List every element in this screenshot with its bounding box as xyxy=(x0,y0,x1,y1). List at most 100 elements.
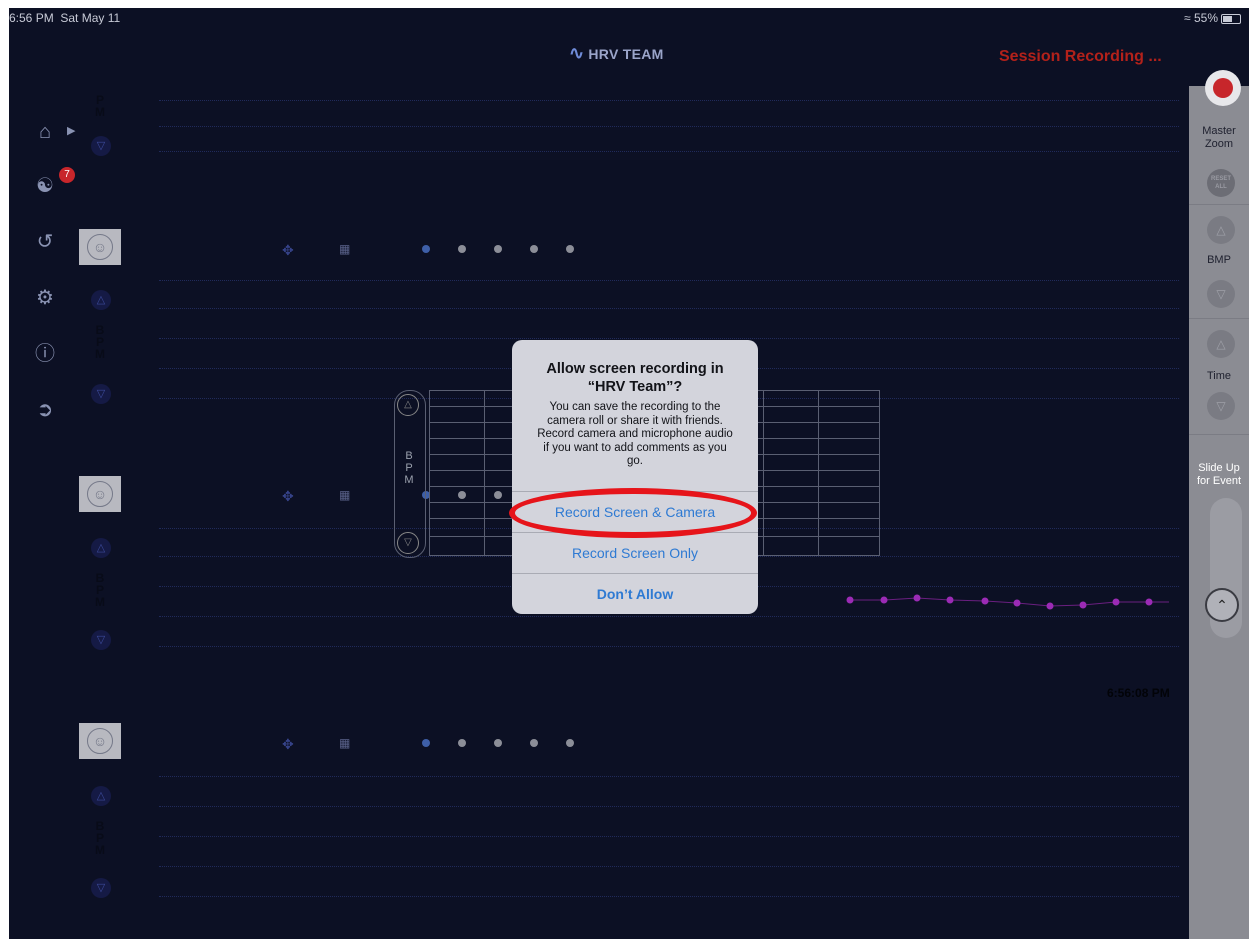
page-dot[interactable] xyxy=(494,739,502,747)
rail-divider xyxy=(1189,434,1249,435)
down-triangle-icon[interactable]: ▽ xyxy=(397,532,419,554)
hr-point xyxy=(946,596,954,604)
bpm-down-button[interactable]: ▽ xyxy=(1207,280,1235,308)
rail-divider xyxy=(1189,204,1249,205)
dont-allow-button[interactable]: Don’t Allow xyxy=(512,574,758,614)
master-zoom-line2: Zoom xyxy=(1204,138,1234,150)
team-icon[interactable]: ☯ xyxy=(33,174,57,198)
up-triangle-icon[interactable]: △ xyxy=(91,538,111,558)
avatar-icon: ☺ xyxy=(87,234,113,260)
bpm-label: B P M xyxy=(89,324,111,360)
dialog-message-line: camera roll or share it with friends. xyxy=(547,414,723,427)
down-triangle-icon[interactable]: ▽ xyxy=(91,136,111,156)
bpm-letter: B xyxy=(405,450,413,462)
avatar[interactable]: ☺ xyxy=(79,723,121,759)
down-triangle-icon[interactable]: ▽ xyxy=(91,630,111,650)
rail-divider xyxy=(1189,318,1249,319)
grid-line xyxy=(159,866,1179,867)
move-icon[interactable]: ✥ xyxy=(282,488,294,505)
slide-up-line2: for Event xyxy=(1196,475,1242,487)
master-zoom-label: Master Zoom xyxy=(1189,125,1249,151)
down-triangle-icon[interactable]: ▽ xyxy=(91,878,111,898)
grid-icon[interactable]: ▦ xyxy=(339,488,350,502)
down-triangle-icon[interactable]: ▽ xyxy=(91,384,111,404)
screen-recording-dialog: Allow screen recording in “HRV Team”? Yo… xyxy=(512,340,758,614)
hr-series-chart xyxy=(846,594,1169,610)
status-battery: ≈ 55% xyxy=(1184,11,1241,25)
home-icon[interactable]: ⌂ xyxy=(33,120,57,144)
dialog-message: You can save the recording to the camera… xyxy=(524,401,746,469)
record-screen-only-button[interactable]: Record Screen Only xyxy=(512,533,758,573)
bpm-letter: M xyxy=(95,843,105,857)
avatar[interactable]: ☺ xyxy=(79,476,121,512)
hr-point xyxy=(1013,599,1021,607)
page-dot[interactable] xyxy=(422,739,430,747)
page-dot[interactable] xyxy=(530,245,538,253)
history-icon[interactable]: ↺ xyxy=(33,230,57,254)
dialog-title-line2: “HRV Team”? xyxy=(587,379,683,395)
time-zoom-label: Time xyxy=(1206,370,1232,382)
bpm-letter: M xyxy=(95,595,105,609)
reset-all-button[interactable]: RESET ALL xyxy=(1207,169,1235,197)
double-chevron-up-icon[interactable]: ⌃ xyxy=(1205,588,1239,622)
up-triangle-icon[interactable]: △ xyxy=(397,394,419,416)
bpm-letter: M xyxy=(95,347,105,361)
grid-line xyxy=(159,896,1179,897)
slide-up-line1: Slide Up xyxy=(1198,462,1240,474)
play-icon[interactable]: ▶ xyxy=(67,124,75,137)
avatar[interactable]: ☺ xyxy=(79,229,121,265)
hr-point xyxy=(1046,602,1054,610)
info-icon[interactable]: ⓘ xyxy=(33,342,57,366)
page-dot[interactable] xyxy=(530,739,538,747)
scale-grid-col xyxy=(763,390,764,556)
bpm-letter: P xyxy=(405,462,413,474)
page-dot[interactable] xyxy=(566,245,574,253)
grid-line xyxy=(159,126,1179,127)
grid-line xyxy=(159,806,1179,807)
up-triangle-icon[interactable]: △ xyxy=(91,786,111,806)
dialog-message-line: Record camera and microphone audio xyxy=(537,428,733,440)
time-down-button[interactable]: ▽ xyxy=(1207,392,1235,420)
hr-series-line xyxy=(850,597,1169,607)
dialog-message-line: go. xyxy=(627,455,643,467)
page-dot[interactable] xyxy=(458,739,466,747)
page-dot[interactable] xyxy=(458,245,466,253)
move-icon[interactable]: ✥ xyxy=(282,736,294,753)
scale-grid-col xyxy=(429,390,430,556)
record-icon[interactable] xyxy=(1205,70,1241,106)
grid-line xyxy=(159,100,1179,101)
app-screen: 6:56 PM Sat May 11 ≈ 55% ∿ HRV TEAM Sessi… xyxy=(9,8,1249,939)
grid-line xyxy=(159,280,1179,281)
highlight-ring xyxy=(509,488,757,538)
logout-icon[interactable]: ➲ xyxy=(33,398,57,422)
scale-grid-col xyxy=(818,390,819,556)
time-up-button[interactable]: △ xyxy=(1207,330,1235,358)
bpm-up-button[interactable]: △ xyxy=(1207,216,1235,244)
page-dot[interactable] xyxy=(422,245,430,253)
status-date: Sat May 11 xyxy=(60,11,121,25)
status-bar: 6:56 PM Sat May 11 ≈ 55% xyxy=(9,8,1249,28)
dialog-message-line: You can save the recording to the xyxy=(549,401,721,413)
dialog-title: Allow screen recording in “HRV Team”? xyxy=(522,360,748,396)
page-dot[interactable] xyxy=(494,245,502,253)
bpm-zoom-label: BMP xyxy=(1207,254,1231,266)
hr-point xyxy=(1145,598,1153,606)
bpm-label-top: P M xyxy=(89,94,111,118)
move-icon[interactable]: ✥ xyxy=(282,242,294,259)
status-time: 6:56 PM Sat May 11 xyxy=(9,11,120,25)
hr-point xyxy=(880,596,888,604)
page-dot[interactable] xyxy=(566,739,574,747)
dialog-title-line1: Allow screen recording in xyxy=(546,361,724,377)
up-triangle-icon[interactable]: △ xyxy=(91,290,111,310)
slide-up-label: Slide Up for Event xyxy=(1189,462,1249,488)
hr-point xyxy=(913,594,921,602)
master-zoom-line1: Master xyxy=(1202,125,1236,137)
wifi-icon: ≈ xyxy=(1184,11,1191,25)
status-clock: 6:56 PM xyxy=(9,11,54,25)
dialog-message-line: if you want to add comments as you xyxy=(543,441,727,454)
bpm-letter: M xyxy=(95,105,105,119)
grid-icon[interactable]: ▦ xyxy=(339,242,350,256)
grid-icon[interactable]: ▦ xyxy=(339,736,350,750)
settings-icon[interactable]: ⚙ xyxy=(33,286,57,310)
bpm-label: B P M xyxy=(89,572,111,608)
